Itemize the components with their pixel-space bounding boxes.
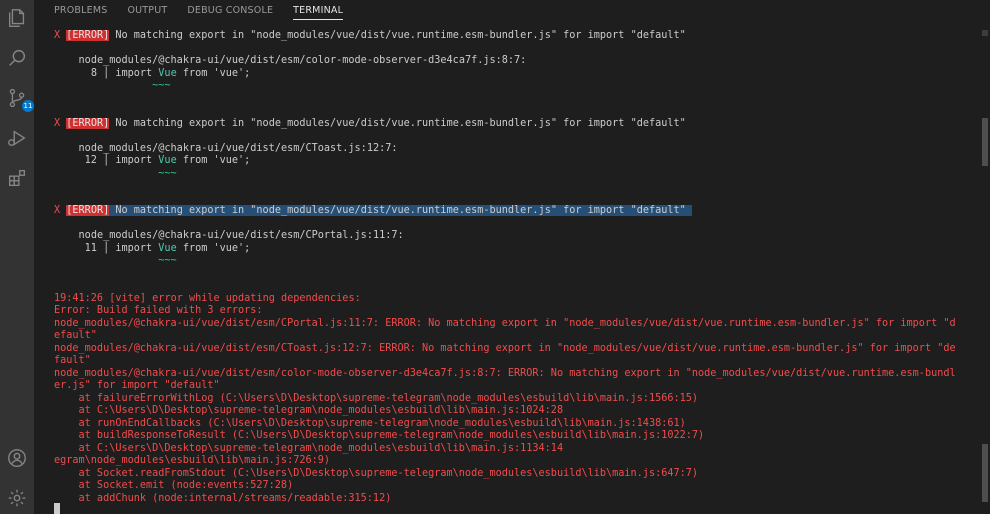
- terminal-line: 12 │ import Vue from 'vue';: [84, 155, 251, 166]
- tab-output[interactable]: OUTPUT: [117, 0, 177, 22]
- scrollbar-thumb-lower[interactable]: [982, 444, 988, 502]
- source-control-icon[interactable]: 11: [5, 86, 34, 112]
- terminal-line: at C:\Users\D\Desktop\supreme-telegram\n…: [54, 405, 564, 416]
- squiggle: ~~~: [158, 167, 177, 179]
- scrollbar-thumb[interactable]: [982, 118, 988, 166]
- terminal-output[interactable]: X [ERROR] No matching export in "node_mo…: [54, 30, 966, 505]
- terminal-line: Error: Build failed with 3 errors:: [54, 305, 263, 316]
- bottom-panel: PROBLEMS OUTPUT DEBUG CONSOLE TERMINAL X…: [34, 0, 990, 514]
- vite-message: error while updating dependencies:: [152, 292, 361, 304]
- run-debug-icon[interactable]: [5, 126, 29, 150]
- terminal-line: at Socket.readFromStdout (C:\Users\D\Des…: [54, 467, 699, 479]
- squiggle: ~~~: [158, 255, 177, 266]
- terminal-line: egram\node_modules\esbuild\lib\main.js:7…: [54, 455, 331, 466]
- terminal-line: node_modules/@chakra-ui/vue/dist/esm/CTo…: [54, 143, 966, 156]
- code-lineno: 12: [84, 155, 97, 166]
- terminal-line: ~~~: [54, 80, 966, 93]
- terminal-line: node_modules/@chakra-ui/vue/dist/esm/CPo…: [54, 230, 966, 243]
- terminal-line: node_modules/@chakra-ui/vue/dist/esm/col…: [54, 367, 956, 379]
- gear-icon[interactable]: [5, 486, 29, 510]
- terminal-line: efault": [54, 330, 97, 341]
- tab-debug-console[interactable]: DEBUG CONSOLE: [177, 0, 283, 22]
- error-x: X: [54, 117, 61, 129]
- code-lineno: 11: [84, 242, 97, 254]
- code-pre: import: [115, 155, 159, 166]
- terminal-line: at failureErrorWithLog (C:\Users\D\Deskt…: [54, 392, 699, 404]
- code-post: from 'vue';: [176, 155, 251, 166]
- explorer-icon[interactable]: [5, 6, 29, 30]
- vscode-window: 11 PROBLEMS OUTPUT DEBUG CONSOLE TERMINA…: [0, 0, 990, 514]
- error-tag: [ERROR]: [66, 117, 110, 129]
- terminal-line: at buildResponseToResult (C:\Users\D\Des…: [54, 430, 705, 441]
- terminal-line: at addChunk (node:internal/streams/reada…: [54, 492, 392, 504]
- tab-terminal[interactable]: TERMINAL: [283, 0, 353, 22]
- terminal-line: at runOnEndCallbacks (C:\Users\D\Desktop…: [54, 417, 686, 429]
- timestamp: 19:41:26: [54, 292, 104, 304]
- error-tag: [ERROR]: [66, 205, 110, 216]
- terminal-scrollbar[interactable]: [980, 28, 990, 514]
- code-post: from 'vue';: [176, 67, 251, 79]
- error-x: X: [54, 205, 61, 216]
- terminal-line: ~~~: [54, 255, 966, 268]
- account-icon[interactable]: [5, 446, 29, 470]
- error-tag: [ERROR]: [66, 30, 110, 41]
- activity-bar: 11: [0, 0, 34, 514]
- terminal-line: node_modules/@chakra-ui/vue/dist/esm/col…: [54, 55, 966, 68]
- vite-tag: [vite]: [109, 292, 147, 304]
- terminal-line: X [ERROR] No matching export in "node_mo…: [54, 205, 966, 218]
- terminal-line: er.js" for import "default": [54, 380, 220, 391]
- source-control-badge: 11: [22, 100, 34, 112]
- terminal-line: at C:\Users\D\Desktop\supreme-telegram\n…: [54, 442, 564, 454]
- scrollbar-marker: [982, 30, 988, 36]
- terminal-cursor: [54, 503, 60, 514]
- code-keyword: Vue: [158, 67, 177, 79]
- code-keyword: Vue: [158, 242, 177, 254]
- error-path: node_modules/@chakra-ui/vue/dist/esm/CTo…: [78, 142, 398, 154]
- terminal-line: fault": [54, 355, 91, 366]
- terminal-line: 11 │ import Vue from 'vue';: [84, 242, 251, 254]
- error-path: node_modules/@chakra-ui/vue/dist/esm/CPo…: [78, 230, 404, 241]
- extensions-icon[interactable]: [5, 166, 29, 190]
- code-keyword: Vue: [158, 155, 177, 166]
- error-x: X: [54, 30, 61, 41]
- error-path: node_modules/@chakra-ui/vue/dist/esm/col…: [78, 55, 527, 66]
- squiggle: ~~~: [152, 80, 171, 91]
- code-post: from 'vue';: [176, 242, 251, 254]
- code-pre: import: [115, 242, 159, 254]
- panel-tabs: PROBLEMS OUTPUT DEBUG CONSOLE TERMINAL: [34, 0, 353, 22]
- terminal-line: 8 │ import Vue from 'vue';: [90, 67, 251, 79]
- terminal-line: X [ERROR] No matching export in "node_mo…: [54, 30, 966, 43]
- terminal-line: node_modules/@chakra-ui/vue/dist/esm/CPo…: [54, 317, 956, 329]
- terminal-line: 19:41:26 [vite] error while updating dep…: [54, 293, 966, 306]
- error-message-selected: No matching export in "node_modules/vue/…: [115, 205, 686, 216]
- terminal-line: node_modules/@chakra-ui/vue/dist/esm/CTo…: [54, 342, 956, 354]
- tab-problems[interactable]: PROBLEMS: [34, 0, 117, 22]
- terminal-line: X [ERROR] No matching export in "node_mo…: [54, 117, 966, 131]
- code-pre: import: [115, 67, 159, 79]
- error-message: No matching export in "node_modules/vue/…: [115, 30, 686, 41]
- error-message: No matching export in "node_modules/vue/…: [115, 117, 686, 129]
- search-icon[interactable]: [5, 46, 29, 70]
- code-lineno: 8: [90, 67, 97, 79]
- terminal-line: at Socket.emit (node:events:527:28): [54, 480, 294, 491]
- terminal-line: ~~~: [54, 168, 966, 181]
